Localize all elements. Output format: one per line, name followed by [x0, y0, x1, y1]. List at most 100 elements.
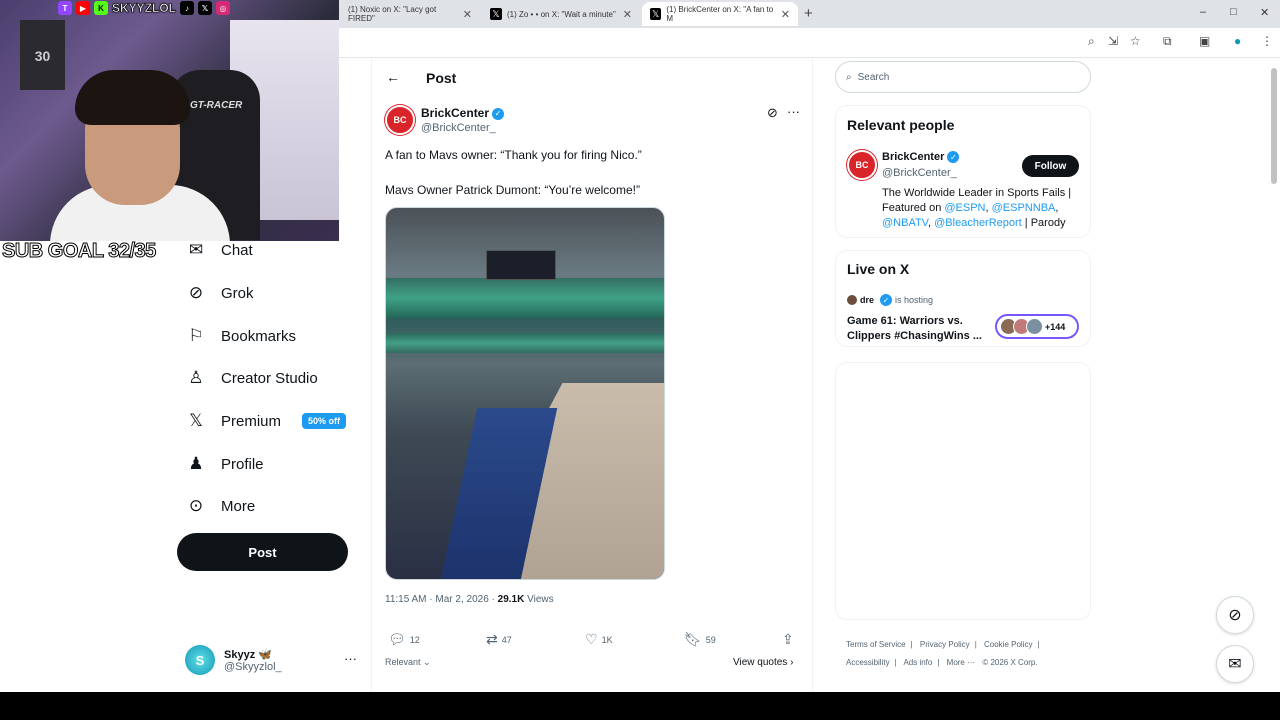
- person-handle[interactable]: @BrickCenter_: [882, 167, 957, 179]
- repost-button[interactable]: ⇄ 47: [486, 631, 512, 648]
- author-name[interactable]: BrickCenter ✓: [421, 106, 505, 120]
- sidebar-item-more[interactable]: ⊙ More: [186, 496, 255, 516]
- reply-sort-dropdown[interactable]: Relevant ⌄: [385, 657, 431, 668]
- search-icon: ⌕: [846, 71, 852, 83]
- mention-link[interactable]: @NBATV: [882, 217, 928, 229]
- twitch-icon: T: [58, 1, 72, 15]
- view-quotes-link[interactable]: View quotes ›: [733, 657, 793, 668]
- post-video[interactable]: [385, 207, 665, 580]
- repost-count: 47: [501, 634, 512, 645]
- search-input[interactable]: ⌕ Search: [835, 61, 1091, 93]
- empty-card: [835, 362, 1091, 620]
- person-name[interactable]: BrickCenter ✓: [882, 151, 960, 164]
- verified-icon: ✓: [947, 151, 960, 164]
- youtube-icon: ▶: [76, 1, 90, 15]
- scrollbar[interactable]: [1271, 68, 1277, 184]
- zoom-icon[interactable]: ⌕: [1088, 34, 1095, 49]
- reply-button[interactable]: 💬︎ 12: [388, 631, 420, 648]
- sidepanel-icon[interactable]: ▣: [1199, 34, 1210, 48]
- like-button[interactable]: ♡ 1K: [585, 631, 613, 648]
- sidebar-item-grok[interactable]: ⊘ Grok: [186, 283, 254, 303]
- footer-link[interactable]: Ads info: [903, 658, 932, 667]
- post-button[interactable]: Post: [177, 533, 348, 571]
- copyright: © 2026 X Corp.: [982, 658, 1038, 667]
- new-tab-button[interactable]: +: [804, 5, 813, 22]
- tab-title: (1) BrickCenter on X: "A fan to M: [666, 5, 774, 23]
- browser-tab[interactable]: (1) Noxic on X: "Lacy got FIRED" ✕: [340, 2, 480, 26]
- view-quotes-label: View quotes: [733, 657, 788, 668]
- browser-tab[interactable]: 𝕏 (1) Zo • • on X: "Wait a minute" ✕: [482, 2, 640, 26]
- follow-button[interactable]: Follow: [1022, 155, 1079, 177]
- chair-brand: GT-RACER: [190, 100, 243, 111]
- extensions-icon[interactable]: ⧉: [1163, 34, 1172, 49]
- grok-icon: ⊘: [188, 283, 204, 302]
- grok-fab[interactable]: ⊘: [1216, 596, 1254, 634]
- maximize-button[interactable]: □: [1230, 6, 1237, 18]
- sidebar-item-label: Premium: [221, 412, 282, 430]
- page-title: Post: [426, 70, 457, 86]
- sidebar-item-profile[interactable]: ♟ Profile: [186, 454, 263, 474]
- post-timestamp: 11:15 AM · Mar 2, 2026 ·: [385, 594, 498, 605]
- share-button[interactable]: ⇪: [782, 631, 794, 648]
- sidebar-item-label: Bookmarks: [221, 327, 297, 345]
- mention-link[interactable]: @BleacherReport: [934, 217, 1022, 229]
- arena-ribbon: [386, 278, 664, 318]
- more-options-icon[interactable]: ···: [344, 651, 357, 666]
- post-text: A fan to Mavs owner: “Thank you for firi…: [385, 148, 642, 162]
- footer-link[interactable]: More ···: [947, 658, 975, 667]
- close-tab-icon[interactable]: ✕: [463, 8, 472, 21]
- space-title[interactable]: Game 61: Warriors vs. Clippers #ChasingW…: [847, 314, 987, 344]
- footer-link[interactable]: Terms of Service: [846, 640, 906, 649]
- more-options-icon[interactable]: ···: [787, 104, 800, 119]
- sidebar-item-bookmarks[interactable]: ⚐ Bookmarks: [186, 326, 296, 346]
- live-host[interactable]: dre ✓ is hosting: [847, 294, 933, 306]
- profile-icon[interactable]: ●: [1234, 34, 1241, 48]
- author-handle[interactable]: @BrickCenter_: [421, 122, 496, 134]
- envelope-icon: ✉: [1228, 656, 1242, 673]
- browser-tab-active[interactable]: 𝕏 (1) BrickCenter on X: "A fan to M ✕: [642, 2, 798, 26]
- footer-separator: |: [937, 658, 940, 667]
- person-name-text: BrickCenter: [882, 151, 945, 163]
- avatar: [1026, 318, 1043, 335]
- envelope-icon: ✉: [188, 240, 204, 259]
- mention-link[interactable]: @ESPN: [944, 202, 985, 214]
- footer-link[interactable]: Privacy Policy: [920, 640, 970, 649]
- install-icon[interactable]: ⇲: [1108, 34, 1118, 48]
- search-placeholder: Search: [857, 71, 890, 83]
- listeners-pill[interactable]: +144: [995, 314, 1079, 339]
- footer-link[interactable]: Cookie Policy: [984, 640, 1032, 649]
- verified-icon: ✓: [880, 294, 893, 306]
- bookmark-icon: 🔖︎: [684, 631, 702, 647]
- bookmark-button[interactable]: 🔖︎ 59: [684, 631, 716, 648]
- creator-studio-icon: ♙: [188, 368, 204, 387]
- verified-icon: ✓: [492, 107, 505, 120]
- account-switcher[interactable]: S Skyyz 🦋 @Skyyzlol_: [185, 645, 282, 675]
- more-circle-icon: ⊙: [188, 496, 204, 515]
- sidebar-item-label: Creator Studio: [221, 369, 318, 387]
- grok-icon: ⊘: [1228, 607, 1242, 624]
- mention-link[interactable]: @ESPNNBA: [992, 202, 1056, 214]
- menu-icon[interactable]: ⋮: [1261, 34, 1273, 48]
- minimize-button[interactable]: –: [1200, 6, 1206, 18]
- grok-icon[interactable]: ⊘: [767, 105, 778, 121]
- messages-fab[interactable]: ✉: [1216, 645, 1254, 683]
- close-tab-icon[interactable]: ✕: [781, 8, 790, 21]
- heart-icon: ♡: [585, 631, 598, 647]
- sidebar-item-premium[interactable]: 𝕏 Premium 50% off: [186, 411, 347, 431]
- bookmark-count: 59: [705, 634, 716, 645]
- star-icon[interactable]: ☆: [1130, 34, 1141, 48]
- sub-goal-overlay: SUB GOAL 32/35: [2, 240, 157, 263]
- avatar[interactable]: BC: [385, 105, 415, 135]
- account-name: Skyyz 🦋: [224, 648, 272, 661]
- footer-link[interactable]: Accessibility: [846, 658, 890, 667]
- footer-separator: |: [910, 640, 913, 649]
- account-handle: @Skyyzlol_: [224, 660, 282, 673]
- x-logo-icon: 𝕏: [189, 411, 203, 430]
- author-name-text: BrickCenter: [421, 106, 490, 120]
- sidebar-item-chat[interactable]: ✉ Chat: [186, 240, 253, 260]
- back-arrow-icon[interactable]: ←: [386, 69, 400, 85]
- close-window-button[interactable]: ✕: [1260, 6, 1269, 19]
- close-tab-icon[interactable]: ✕: [623, 8, 632, 21]
- sidebar-item-creator-studio[interactable]: ♙ Creator Studio: [186, 368, 318, 388]
- avatar[interactable]: BC: [847, 150, 877, 180]
